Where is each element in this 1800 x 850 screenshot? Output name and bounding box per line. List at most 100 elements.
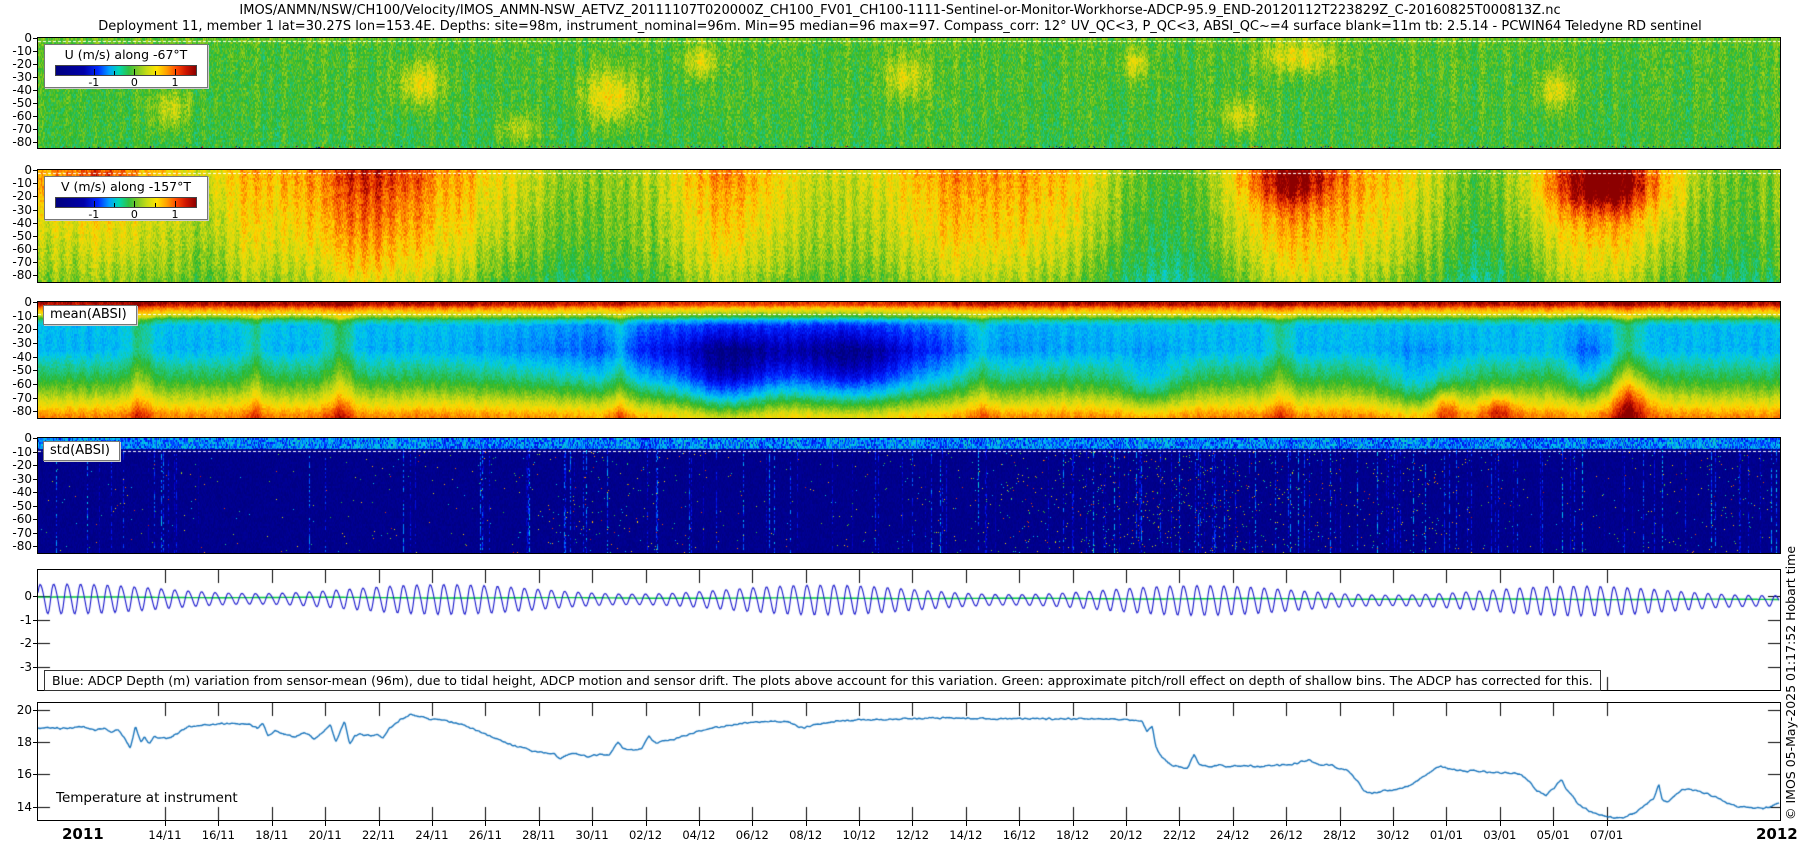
x-tick-mark	[1393, 820, 1394, 826]
y-tick-label: -40	[12, 485, 32, 500]
y-tick-mark	[33, 316, 38, 317]
temperature-line-canvas	[38, 703, 1780, 820]
x-tick-label: 03/01	[1483, 828, 1517, 842]
y-tick-mark	[33, 506, 38, 507]
x-tick-label: 30/11	[575, 828, 609, 842]
y-tick-mark	[33, 103, 38, 104]
y-tick-label: 0	[24, 431, 32, 445]
page-title: IMOS/ANMN/NSW/CH100/Velocity/IMOS_ANMN-N…	[239, 3, 1561, 18]
y-tick-label: -70	[12, 390, 32, 405]
x-tick-label: 16/12	[1002, 828, 1036, 842]
x-tick-label: 24/12	[1216, 828, 1250, 842]
x-tick-mark	[485, 820, 486, 826]
y-tick-label: 16	[16, 767, 32, 782]
y-tick-label: 18	[16, 735, 32, 750]
x-tick-label: 28/11	[522, 828, 556, 842]
y-tick-label: -30	[12, 202, 32, 217]
x-tick-label: 16/11	[201, 828, 235, 842]
y-tick-label: -10	[12, 176, 32, 191]
x-tick-mark	[1553, 820, 1554, 826]
x-tick-label: 07/01	[1590, 828, 1624, 842]
x-tick-label: 05/01	[1536, 828, 1570, 842]
y-tick-mark	[33, 262, 38, 263]
x-tick-mark	[218, 820, 219, 826]
y-tick-label: -20	[12, 458, 32, 473]
y-tick-label: -80	[12, 539, 32, 554]
x-tick-label: 10/12	[842, 828, 876, 842]
x-tick-label: 28/12	[1323, 828, 1357, 842]
y-tick-label: -80	[12, 134, 32, 149]
colorbar-minor-tick-mark	[114, 203, 116, 207]
y-tick-mark	[33, 236, 38, 237]
y-tick-label: 0	[24, 588, 32, 603]
x-tick-mark	[1340, 820, 1341, 826]
x-tick-label: 14/11	[148, 828, 182, 842]
y-tick-label: 0	[24, 31, 32, 45]
x-tick-mark	[1126, 820, 1127, 826]
v-velocity-heatmap-canvas	[38, 170, 1780, 282]
y-tick-mark	[33, 77, 38, 78]
y-tick-mark	[33, 465, 38, 466]
x-tick-mark	[1233, 820, 1234, 826]
x-tick-mark	[325, 820, 326, 826]
y-tick-mark	[33, 710, 38, 711]
y-tick-label: -50	[12, 228, 32, 243]
y-tick-label: -30	[12, 471, 32, 486]
u-legend-label: U (m/s) along -67°T	[64, 47, 188, 62]
y-tick-mark	[33, 596, 38, 597]
u-velocity-panel	[37, 37, 1781, 149]
y-tick-mark	[33, 807, 38, 808]
y-tick-mark	[33, 142, 38, 143]
x-tick-label: 24/11	[415, 828, 449, 842]
x-tick-label: 20/12	[1109, 828, 1143, 842]
x-tick-mark	[539, 820, 540, 826]
y-tick-label: -70	[12, 525, 32, 540]
y-tick-mark	[33, 384, 38, 385]
x-tick-label: 22/11	[361, 828, 396, 842]
copyright-watermark: © IMOS 05-May-2025 01:17:52 Hobart time	[1783, 545, 1798, 820]
y-tick-mark	[33, 183, 38, 184]
page-subtitle: Deployment 11, member 1 lat=30.27S lon=1…	[98, 19, 1702, 34]
y-tick-label: -60	[12, 108, 32, 123]
y-tick-label: 14	[16, 799, 32, 814]
x-tick-mark	[646, 820, 647, 826]
y-tick-mark	[33, 38, 38, 39]
temperature-label: Temperature at instrument	[56, 790, 238, 806]
x-tick-label: 06/12	[735, 828, 769, 842]
y-tick-label: -2	[20, 636, 32, 651]
y-tick-mark	[33, 643, 38, 644]
y-tick-mark	[33, 129, 38, 130]
y-tick-label: -10	[12, 308, 32, 323]
y-tick-label: -50	[12, 363, 32, 378]
x-tick-mark	[165, 820, 166, 826]
y-tick-mark	[33, 51, 38, 52]
y-tick-mark	[33, 90, 38, 91]
mean-absi-panel	[37, 301, 1781, 419]
y-tick-label: -70	[12, 255, 32, 270]
x-tick-mark	[912, 820, 913, 826]
mean-absi-label-box: mean(ABSI)	[43, 305, 137, 325]
colorbar-tick-label: 0	[130, 76, 138, 89]
y-tick-label: -10	[12, 43, 32, 58]
y-tick-mark	[33, 452, 38, 453]
y-tick-label: -50	[12, 95, 32, 110]
x-tick-mark	[1446, 820, 1447, 826]
x-tick-label: 26/11	[468, 828, 502, 842]
x-tick-label: 18/12	[1056, 828, 1090, 842]
y-tick-label: -20	[12, 322, 32, 337]
x-tick-label: 02/12	[628, 828, 663, 842]
y-tick-mark	[33, 398, 38, 399]
y-tick-label: -50	[12, 498, 32, 513]
mean-absi-heatmap-canvas	[38, 302, 1780, 418]
x-tick-mark	[1500, 820, 1501, 826]
x-tick-mark	[1019, 820, 1020, 826]
std-absi-label-box: std(ABSI)	[43, 441, 120, 461]
std-absi-panel	[37, 437, 1781, 554]
y-tick-mark	[33, 533, 38, 534]
v-legend-label: V (m/s) along -157°T	[60, 179, 192, 194]
x-tick-label: 18/11	[255, 828, 289, 842]
y-tick-mark	[33, 223, 38, 224]
colorbar-tick-mark	[93, 201, 95, 207]
x-tick-label: 04/12	[682, 828, 716, 842]
y-tick-mark	[33, 275, 38, 276]
